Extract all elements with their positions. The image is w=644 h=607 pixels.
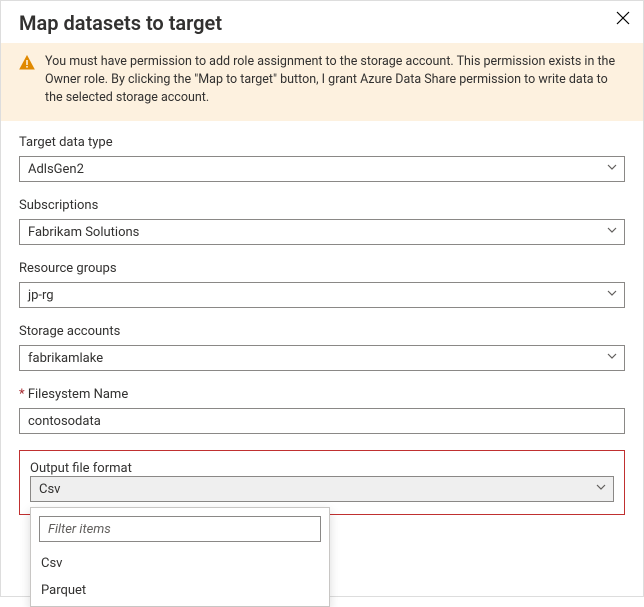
field-resource-groups: Resource groups jp-rg [19, 261, 625, 308]
label-resource-groups: Resource groups [19, 261, 625, 276]
dropdown-filter-placeholder: Filter items [48, 522, 111, 537]
warning-banner: You must have permission to add role ass… [1, 43, 643, 121]
chevron-down-icon [606, 350, 618, 366]
output-format-group: Output file format Csv Filter items Csv … [19, 450, 625, 515]
select-output-format[interactable]: Csv [30, 476, 614, 502]
field-target-data-type: Target data type AdlsGen2 [19, 135, 625, 182]
select-subscriptions[interactable]: Fabrikam Solutions [19, 219, 625, 245]
chevron-down-icon [595, 481, 607, 497]
input-filesystem-name[interactable]: contosodata [19, 408, 625, 434]
chevron-down-icon [606, 161, 618, 177]
select-target-data-type-value: AdlsGen2 [28, 162, 84, 177]
select-subscriptions-value: Fabrikam Solutions [28, 225, 139, 240]
label-filesystem-name: Filesystem Name [19, 387, 625, 402]
panel-header: Map datasets to target [1, 1, 643, 43]
field-subscriptions: Subscriptions Fabrikam Solutions [19, 198, 625, 245]
label-subscriptions: Subscriptions [19, 198, 625, 213]
form-body: Target data type AdlsGen2 Subscriptions … [1, 121, 643, 533]
chevron-down-icon [606, 287, 618, 303]
output-format-dropdown: Filter items Csv Parquet [30, 507, 330, 607]
warning-text: You must have permission to add role ass… [45, 53, 625, 107]
dropdown-filter-input[interactable]: Filter items [39, 516, 321, 542]
select-storage-accounts[interactable]: fabrikamlake [19, 345, 625, 371]
warning-icon [19, 55, 35, 107]
chevron-down-icon [606, 224, 618, 240]
select-output-format-value: Csv [39, 482, 60, 497]
close-icon [616, 11, 630, 28]
input-filesystem-name-value: contosodata [28, 414, 101, 429]
dropdown-option-csv[interactable]: Csv [31, 550, 329, 577]
select-resource-groups[interactable]: jp-rg [19, 282, 625, 308]
dropdown-option-parquet[interactable]: Parquet [31, 577, 329, 604]
close-button[interactable] [609, 5, 637, 33]
select-resource-groups-value: jp-rg [28, 288, 54, 303]
page-title: Map datasets to target [19, 11, 625, 35]
label-output-format: Output file format [30, 461, 132, 476]
field-storage-accounts: Storage accounts fabrikamlake [19, 324, 625, 371]
select-target-data-type[interactable]: AdlsGen2 [19, 156, 625, 182]
label-target-data-type: Target data type [19, 135, 625, 150]
label-storage-accounts: Storage accounts [19, 324, 625, 339]
select-storage-accounts-value: fabrikamlake [28, 351, 103, 366]
field-filesystem-name: Filesystem Name contosodata [19, 387, 625, 434]
